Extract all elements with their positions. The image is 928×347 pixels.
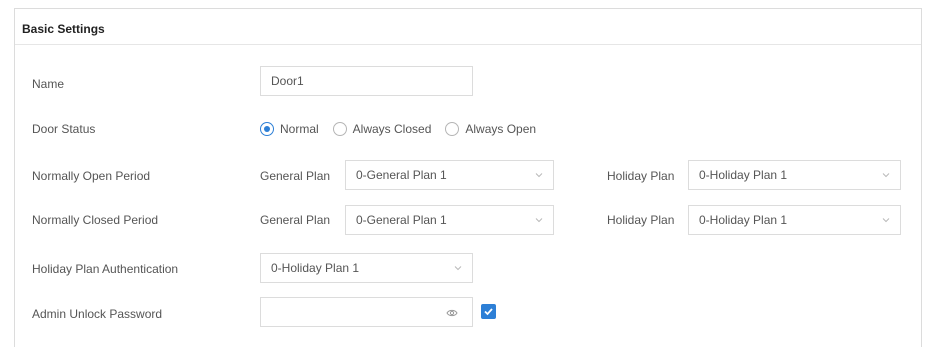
eye-icon[interactable]	[446, 307, 458, 319]
normally-closed-general-plan-value: 0-General Plan 1	[356, 213, 447, 227]
chevron-down-icon	[535, 218, 543, 223]
normally-open-general-plan-select[interactable]: 0-General Plan 1	[345, 160, 554, 190]
normally-open-holiday-plan-value: 0-Holiday Plan 1	[699, 168, 788, 182]
admin-unlock-password-checkbox[interactable]	[481, 304, 496, 319]
normally-open-general-plan-value: 0-General Plan 1	[356, 168, 447, 182]
door-status-radio-group: Normal Always Closed Always Open	[260, 121, 550, 137]
holiday-plan-authentication-label: Holiday Plan Authentication	[32, 262, 179, 276]
radio-selected-icon	[260, 122, 274, 136]
admin-unlock-password-label: Admin Unlock Password	[32, 307, 163, 321]
checkmark-icon	[484, 308, 493, 316]
section-title: Basic Settings	[22, 22, 105, 36]
normally-open-holiday-plan-select[interactable]: 0-Holiday Plan 1	[688, 160, 901, 190]
holiday-plan-authentication-value: 0-Holiday Plan 1	[271, 261, 360, 275]
normally-closed-general-plan-label: General Plan	[260, 213, 331, 227]
normally-closed-period-label: Normally Closed Period	[32, 213, 159, 227]
radio-unselected-icon	[445, 122, 460, 136]
normally-open-holiday-plan-label: Holiday Plan	[607, 169, 675, 183]
name-label: Name	[32, 77, 65, 91]
normally-closed-holiday-plan-select[interactable]: 0-Holiday Plan 1	[688, 205, 901, 235]
name-input[interactable]: Door1	[260, 66, 473, 96]
door-status-label: Door Status	[32, 122, 96, 136]
radio-normal[interactable]: Normal	[260, 122, 319, 136]
normally-closed-general-plan-select[interactable]: 0-General Plan 1	[345, 205, 554, 235]
chevron-down-icon	[454, 266, 462, 271]
normally-closed-holiday-plan-label: Holiday Plan	[607, 213, 675, 227]
chevron-down-icon	[535, 173, 543, 178]
radio-always-open[interactable]: Always Open	[445, 122, 536, 136]
admin-unlock-password-input[interactable]	[260, 297, 473, 327]
chevron-down-icon	[882, 173, 890, 178]
header-divider	[15, 44, 921, 45]
radio-unselected-icon	[332, 122, 347, 136]
normally-open-period-label: Normally Open Period	[32, 169, 151, 183]
name-value: Door1	[271, 74, 304, 88]
normally-closed-holiday-plan-value: 0-Holiday Plan 1	[699, 213, 788, 227]
holiday-plan-authentication-select[interactable]: 0-Holiday Plan 1	[260, 253, 473, 283]
radio-normal-label: Normal	[280, 122, 319, 136]
radio-always-closed[interactable]: Always Closed	[332, 122, 432, 136]
radio-always-closed-label: Always Closed	[352, 122, 432, 136]
normally-open-general-plan-label: General Plan	[260, 169, 331, 183]
chevron-down-icon	[882, 218, 890, 223]
radio-always-open-label: Always Open	[465, 122, 537, 136]
